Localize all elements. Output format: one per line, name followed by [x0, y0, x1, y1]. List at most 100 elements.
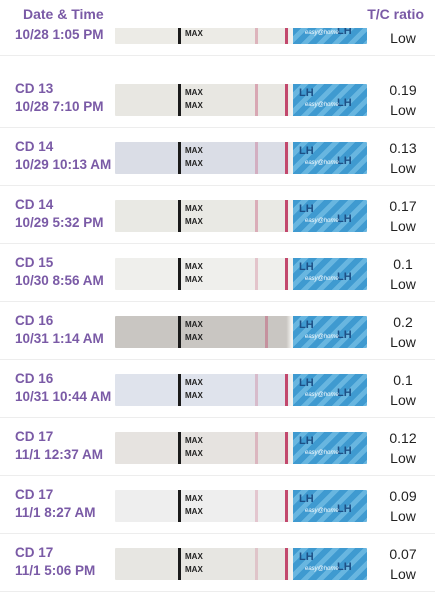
strip-handle-mark [178, 258, 181, 290]
tc-ratio-value: 0.2 [393, 314, 413, 330]
test-time-label: 11/1 5:06 PM [15, 563, 96, 578]
lh-text: LH [337, 97, 352, 109]
lh-text: LH [299, 435, 314, 447]
lh-text: LH [299, 261, 314, 273]
ratio-cell: 0.17 Low [383, 196, 423, 236]
level-label: Low [390, 450, 416, 466]
lh-text: LH [299, 203, 314, 215]
ratio-cell: 0.12 Low [383, 428, 423, 468]
level-label: Low [390, 160, 416, 176]
lh-text: LH [337, 329, 352, 341]
test-strip-photo: MAX MAX LH LH easy@home [115, 258, 367, 290]
ratio-cell: 0.07 Low [383, 544, 423, 584]
lh-text: LH [299, 319, 314, 331]
control-line [285, 258, 288, 290]
lh-text: LH [299, 87, 314, 99]
lh-text: LH [337, 271, 352, 283]
test-line [255, 258, 258, 290]
max-arrow-label: MAX [185, 552, 203, 561]
max-arrow-label: MAX [185, 449, 203, 458]
test-line [255, 84, 258, 116]
max-arrow-label: MAX [185, 275, 203, 284]
cycle-day-label: CD 16 [15, 313, 54, 328]
max-arrow-label: MAX [185, 204, 203, 213]
strip-handle-mark [178, 200, 181, 232]
level-label: Low [390, 30, 416, 46]
control-line [285, 548, 288, 580]
result-row[interactable]: CD 17 11/1 8:27 AM MAX MAX LH LH easy@ho… [0, 476, 435, 534]
test-strip-photo: MAX MAX LH LH easy@home [115, 200, 367, 232]
level-label: Low [390, 566, 416, 582]
test-time-label: 10/31 1:14 AM [15, 331, 104, 346]
max-arrow-label: MAX [185, 494, 203, 503]
test-strip-photo: MAX MAX LH LH easy@home [115, 142, 367, 174]
ratio-cell: 0.13 Low [383, 138, 423, 178]
ratio-cell: 0.19 Low [383, 80, 423, 120]
control-line [285, 374, 288, 406]
test-strip-photo: MAX MAX LH LH easy@home [115, 84, 367, 116]
brand-text: easy@home [305, 334, 339, 340]
cycle-day-label: CD 14 [15, 197, 54, 212]
max-arrow-label: MAX [185, 101, 203, 110]
control-line [285, 142, 288, 174]
test-strip-photo: MAX MAX LH LH easy@home [115, 316, 367, 348]
level-label: Low [390, 218, 416, 234]
test-line [255, 200, 258, 232]
max-arrow-label: MAX [185, 217, 203, 226]
result-row[interactable]: CD 16 10/31 10:44 AM MAX MAX LH LH easy@… [0, 360, 435, 418]
lh-text: LH [337, 445, 352, 457]
date-time-cell: CD 15 10/30 8:56 AM [15, 254, 115, 290]
max-arrow-label: MAX [185, 262, 203, 271]
lh-text: LH [337, 561, 352, 573]
tc-ratio-value: 0.09 [389, 488, 417, 504]
level-label: Low [390, 276, 416, 292]
lh-text: LH [299, 377, 314, 389]
cycle-day-label: CD 14 [15, 139, 54, 154]
result-row[interactable]: CD 13 10/28 7:10 PM MAX MAX LH LH easy@h… [0, 70, 435, 128]
test-line [255, 548, 258, 580]
level-label: Low [390, 508, 416, 524]
lh-text: LH [299, 551, 314, 563]
strip-handle-mark [178, 548, 181, 580]
date-time-cell: CD 14 10/29 5:32 PM [15, 196, 115, 232]
ratio-cell: 0.2 Low [383, 312, 423, 352]
test-line [255, 490, 258, 522]
date-time-cell: CD 16 10/31 1:14 AM [15, 312, 115, 348]
result-row[interactable]: CD 17 11/1 5:06 PM MAX MAX LH LH easy@ho… [0, 534, 435, 592]
strip-handle-mark [178, 490, 181, 522]
test-strip-photo: MAX MAX LH LH easy@home [115, 490, 367, 522]
tc-ratio-value: 0.12 [389, 430, 417, 446]
max-arrow-label: MAX [185, 159, 203, 168]
tc-ratio-value: 0.1 [393, 256, 413, 272]
date-time-cell: CD 13 10/28 7:10 PM [15, 80, 115, 116]
result-row[interactable]: CD 16 10/31 1:14 AM MAX MAX LH LH easy@h… [0, 302, 435, 360]
level-label: Low [390, 334, 416, 350]
result-row[interactable]: CD 15 10/30 8:56 AM MAX MAX LH LH easy@h… [0, 244, 435, 302]
max-arrow-label: MAX [185, 378, 203, 387]
date-time-cell: CD 17 11/1 8:27 AM [15, 486, 115, 522]
test-time-label: 11/1 8:27 AM [15, 505, 96, 520]
tc-ratio-column-header: T/C ratio [367, 6, 424, 22]
lh-text: LH [299, 145, 314, 157]
brand-text: easy@home [305, 102, 339, 108]
max-arrow-label: MAX [185, 29, 203, 38]
test-line [255, 374, 258, 406]
date-time-cell: CD 17 11/1 12:37 AM [15, 428, 115, 464]
cycle-day-label: CD 15 [15, 255, 54, 270]
result-row[interactable]: CD 14 10/29 5:32 PM MAX MAX LH LH easy@h… [0, 186, 435, 244]
brand-text: easy@home [305, 508, 339, 514]
brand-text: easy@home [305, 392, 339, 398]
result-row[interactable]: CD 17 11/1 12:37 AM MAX MAX LH LH easy@h… [0, 418, 435, 476]
lh-text: LH [337, 503, 352, 515]
lh-text: LH [337, 387, 352, 399]
control-line [285, 84, 288, 116]
brand-text: easy@home [305, 566, 339, 572]
test-strip-photo: MAX MAX LH LH easy@home [115, 548, 367, 580]
max-arrow-label: MAX [185, 391, 203, 400]
max-arrow-label: MAX [185, 333, 203, 342]
result-row[interactable]: CD 14 10/29 10:13 AM MAX MAX LH LH easy@… [0, 128, 435, 186]
date-time-column-header: Date & Time [23, 6, 104, 22]
level-label: Low [390, 392, 416, 408]
ratio-cell: 0.1 Low [383, 254, 423, 294]
strip-handle-mark [178, 142, 181, 174]
